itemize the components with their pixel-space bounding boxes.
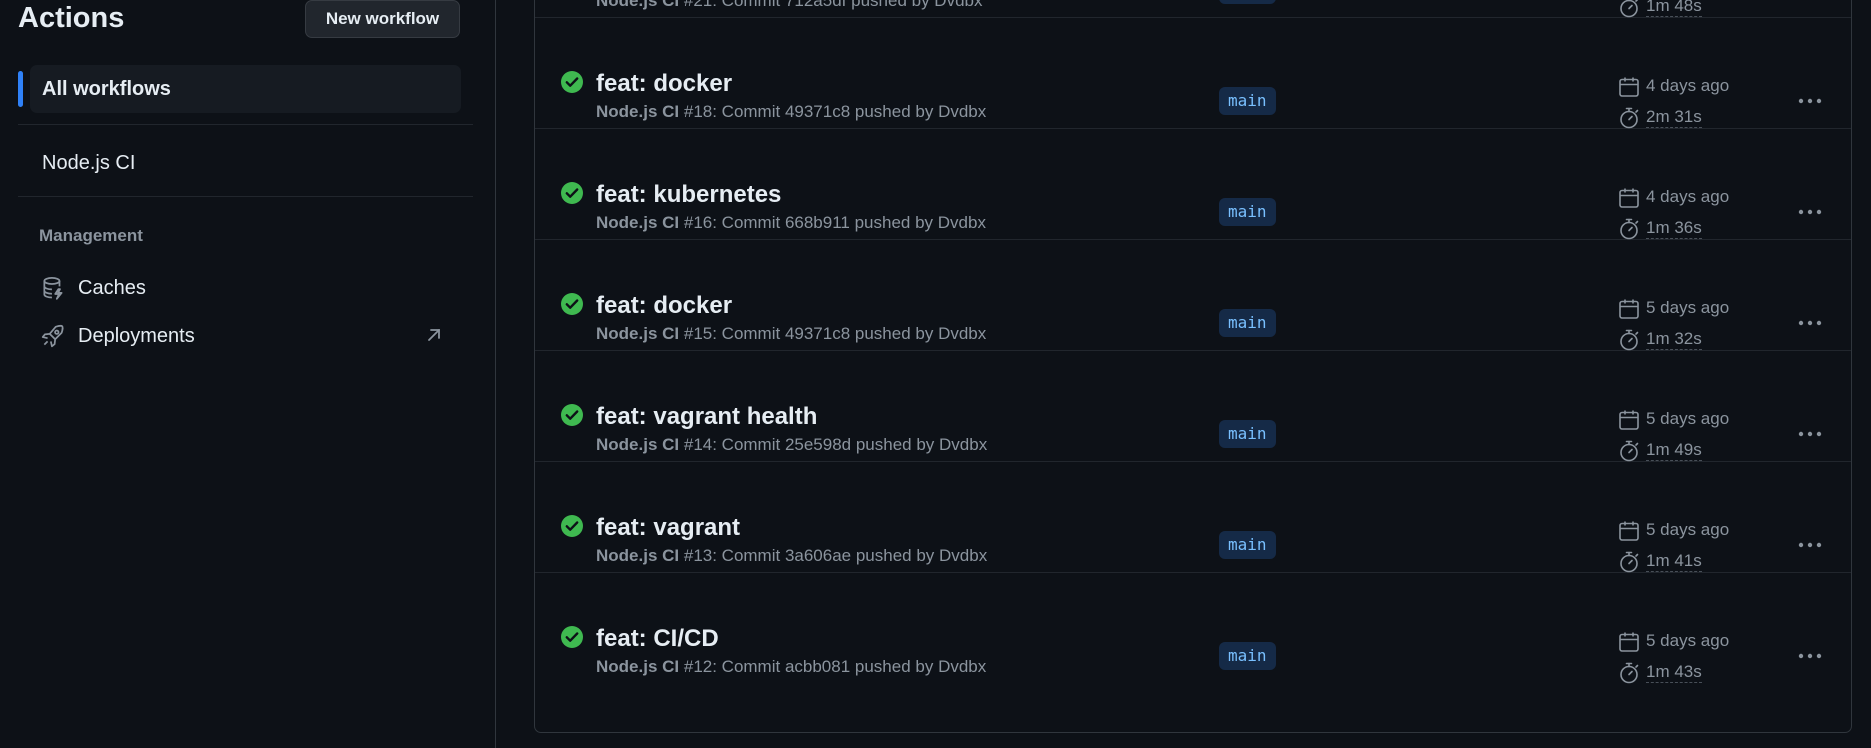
success-check-icon: [561, 293, 583, 315]
workflow-run-row[interactable]: feat: vagrant Node.js CI #13: Commit 3a6…: [535, 461, 1851, 573]
run-date: 4 days ago: [1646, 76, 1730, 95]
run-date: 5 days ago: [1646, 520, 1730, 539]
divider: [18, 196, 473, 197]
run-duration: 1m 48s: [1646, 0, 1702, 17]
run-details: #14: Commit 25e598d pushed by Dvdbx: [683, 435, 988, 454]
branch-badge[interactable]: main: [1219, 420, 1276, 448]
run-title[interactable]: feat: CI/CD: [596, 625, 719, 653]
run-details: #12: Commit acbb081 pushed by Dvdbx: [683, 657, 987, 676]
sidebar-item-label: Caches: [78, 276, 146, 299]
success-check-icon: [561, 71, 583, 93]
run-duration: 1m 32s: [1646, 329, 1702, 350]
stopwatch-icon: [1620, 329, 1639, 351]
run-duration: 1m 41s: [1646, 551, 1702, 572]
run-meta: Node.js CI #13: Commit 3a606ae pushed by…: [596, 546, 987, 566]
run-details: #21: Commit 712a5df pushed by Dvdbx: [683, 0, 983, 10]
management-heading: Management: [39, 226, 143, 245]
kebab-menu-icon[interactable]: [1795, 531, 1825, 559]
kebab-menu-icon[interactable]: [1795, 642, 1825, 670]
selected-indicator: [18, 71, 23, 107]
run-workflow-name: Node.js CI: [596, 213, 680, 232]
workflow-runs-list: feat: k8s initialization Node.js CI #21:…: [534, 0, 1852, 733]
arrow-up-right-icon: [428, 329, 440, 341]
kebab-menu-icon[interactable]: [1795, 0, 1825, 4]
run-details: #13: Commit 3a606ae pushed by Dvdbx: [683, 546, 988, 565]
run-workflow-name: Node.js CI: [596, 435, 680, 454]
sidebar-item-all-workflows[interactable]: All workflows: [18, 65, 461, 113]
run-details: #15: Commit 49371c8 pushed by Dvdbx: [683, 324, 987, 343]
workflow-run-row[interactable]: feat: k8s initialization Node.js CI #21:…: [535, 0, 1851, 18]
stopwatch-icon: [1620, 218, 1639, 240]
run-meta: Node.js CI #14: Commit 25e598d pushed by…: [596, 435, 987, 455]
run-meta: Node.js CI #15: Commit 49371c8 pushed by…: [596, 324, 986, 344]
calendar-icon: [1619, 299, 1639, 319]
run-meta: Node.js CI #16: Commit 668b911 pushed by…: [596, 213, 986, 233]
run-duration: 1m 43s: [1646, 662, 1702, 683]
page-title: Actions: [18, 2, 125, 34]
success-check-icon: [561, 626, 583, 648]
run-date: 5 days ago: [1646, 409, 1730, 428]
calendar-icon: [1619, 77, 1639, 97]
run-workflow-name: Node.js CI: [596, 657, 680, 676]
success-check-icon: [561, 515, 583, 537]
workflow-run-row[interactable]: feat: docker Node.js CI #15: Commit 4937…: [535, 239, 1851, 351]
calendar-icon: [1619, 632, 1639, 652]
stopwatch-icon: [1620, 440, 1639, 462]
run-duration: 1m 36s: [1646, 218, 1702, 239]
branch-badge[interactable]: main: [1219, 309, 1276, 337]
kebab-menu-icon[interactable]: [1795, 309, 1825, 337]
sidebar-item-deployments[interactable]: Deployments: [40, 316, 460, 356]
kebab-menu-icon[interactable]: [1795, 87, 1825, 115]
run-date: 4 days ago: [1646, 187, 1730, 206]
run-meta: Node.js CI #18: Commit 49371c8 pushed by…: [596, 102, 986, 122]
calendar-icon: [1619, 410, 1639, 430]
stopwatch-icon: [1620, 662, 1639, 684]
workflows-sidebar: Actions New workflow All workflows Node.…: [0, 0, 496, 748]
run-meta: Node.js CI #12: Commit acbb081 pushed by…: [596, 657, 986, 677]
stopwatch-icon: [1620, 551, 1639, 573]
sidebar-item-caches[interactable]: Caches: [40, 268, 460, 308]
run-title[interactable]: feat: vagrant: [596, 514, 740, 542]
database-icon: [43, 277, 63, 300]
calendar-icon: [1619, 521, 1639, 541]
new-workflow-button[interactable]: New workflow: [305, 0, 460, 38]
run-workflow-name: Node.js CI: [596, 324, 680, 343]
stopwatch-icon: [1620, 107, 1639, 129]
run-workflow-name: Node.js CI: [596, 0, 680, 10]
run-title[interactable]: feat: vagrant health: [596, 403, 817, 431]
calendar-icon: [1619, 188, 1639, 208]
sidebar-item-label: All workflows: [42, 78, 171, 100]
run-date: 5 days ago: [1646, 298, 1730, 317]
run-title[interactable]: feat: docker: [596, 70, 732, 98]
run-date: 5 days ago: [1646, 631, 1730, 650]
sidebar-item-nodejs-ci[interactable]: Node.js CI: [42, 143, 135, 183]
branch-badge[interactable]: main: [1219, 531, 1276, 559]
success-check-icon: [561, 182, 583, 204]
sidebar-item-label: Deployments: [78, 324, 195, 347]
run-meta: Node.js CI #21: Commit 712a5df pushed by…: [596, 0, 982, 11]
branch-badge[interactable]: main: [1219, 87, 1276, 115]
run-details: #16: Commit 668b911 pushed by Dvdbx: [683, 213, 986, 232]
branch-badge[interactable]: main: [1219, 642, 1276, 670]
workflow-run-row[interactable]: feat: kubernetes Node.js CI #16: Commit …: [535, 128, 1851, 240]
workflow-run-row[interactable]: feat: docker Node.js CI #18: Commit 4937…: [535, 17, 1851, 129]
kebab-menu-icon[interactable]: [1795, 198, 1825, 226]
rocket-icon: [41, 325, 64, 348]
run-workflow-name: Node.js CI: [596, 546, 680, 565]
run-duration: 2m 31s: [1646, 107, 1702, 128]
run-title[interactable]: feat: docker: [596, 292, 732, 320]
branch-badge[interactable]: main: [1219, 198, 1276, 226]
workflow-run-row[interactable]: feat: vagrant health Node.js CI #14: Com…: [535, 350, 1851, 462]
run-title[interactable]: feat: kubernetes: [596, 181, 781, 209]
run-workflow-name: Node.js CI: [596, 102, 680, 121]
run-duration: 1m 49s: [1646, 440, 1702, 461]
workflow-run-row[interactable]: feat: CI/CD Node.js CI #12: Commit acbb0…: [535, 572, 1851, 684]
kebab-menu-icon[interactable]: [1795, 420, 1825, 448]
divider: [18, 124, 473, 125]
success-check-icon: [561, 404, 583, 426]
run-details: #18: Commit 49371c8 pushed by Dvdbx: [683, 102, 987, 121]
branch-badge[interactable]: main: [1219, 0, 1276, 4]
